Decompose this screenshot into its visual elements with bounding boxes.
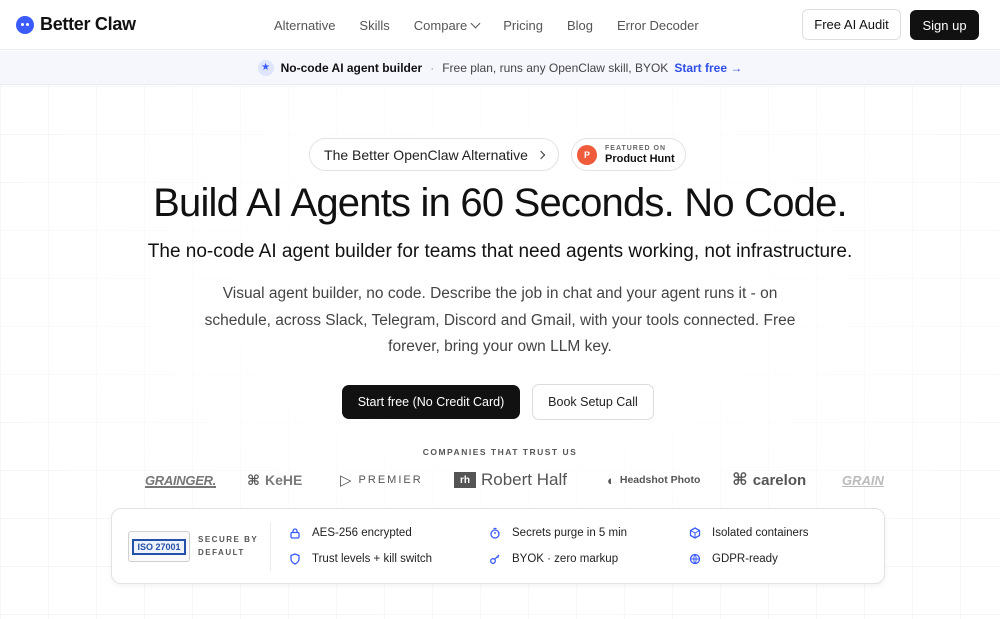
- feature-label: Isolated containers: [712, 527, 809, 539]
- feature-gdpr: GDPR-ready: [688, 552, 778, 566]
- shield-icon: [288, 552, 302, 566]
- site-header: Better Claw Alternative Skills Compare P…: [0, 0, 1000, 50]
- pill-label: The Better OpenClaw Alternative: [324, 146, 528, 163]
- banner-headline: No-code AI agent builder: [280, 60, 423, 75]
- carelon-text: carelon: [752, 471, 807, 489]
- nav-error-decoder[interactable]: Error Decoder: [617, 18, 699, 33]
- better-openclaw-alternative-pill[interactable]: The Better OpenClaw Alternative: [309, 138, 559, 171]
- free-ai-audit-button[interactable]: Free AI Audit: [802, 9, 901, 40]
- chevron-down-icon: [470, 18, 481, 28]
- nav-blog[interactable]: Blog: [567, 18, 593, 33]
- chevron-right-icon: [536, 150, 546, 159]
- banner-separator: ·: [430, 60, 435, 75]
- key-icon: [488, 552, 502, 566]
- star-icon: ★: [257, 59, 274, 76]
- globe-icon: [688, 552, 702, 566]
- claw-logo-icon: [16, 15, 34, 34]
- nav-compare[interactable]: Compare: [413, 17, 481, 33]
- feature-byok: BYOK · zero markup: [488, 552, 618, 566]
- lock-icon: [288, 526, 302, 540]
- hero-subtitle: The no-code AI agent builder for teams t…: [147, 241, 853, 262]
- companies-trust-label: COMPANIES THAT TRUST US: [422, 447, 578, 457]
- timer-icon: [488, 526, 502, 540]
- kehe-logo: ⌘ KeHE: [247, 466, 302, 494]
- robert-half-text: Robert Half: [481, 470, 567, 489]
- premier-logo: ▷ PREMIER: [340, 466, 423, 494]
- product-hunt-icon: P: [577, 144, 597, 165]
- kehe-text: KeHE: [265, 472, 303, 488]
- premier-icon: ▷: [340, 472, 354, 489]
- kehe-icon: ⌘: [247, 471, 260, 488]
- security-divider: [270, 523, 271, 571]
- nav-skills[interactable]: Skills: [359, 18, 389, 33]
- brand-name: Better Claw: [40, 14, 136, 34]
- nav-pricing[interactable]: Pricing: [503, 18, 543, 33]
- feature-aes-256: AES-256 encrypted: [288, 526, 412, 540]
- feature-secrets-purge: Secrets purge in 5 min: [488, 526, 627, 540]
- headshot-photo-icon: ◐: [607, 472, 615, 488]
- default-line: DEFAULT: [198, 548, 245, 557]
- feature-trust-levels: Trust levels + kill switch: [288, 552, 432, 566]
- product-hunt-featured-label: FEATURED ON: [605, 144, 667, 152]
- brand-logo[interactable]: Better Claw: [16, 14, 136, 35]
- feature-isolated-containers: Isolated containers: [688, 526, 809, 540]
- feature-label: GDPR-ready: [712, 553, 778, 565]
- robert-half-logo: rh Robert Half: [454, 466, 567, 494]
- secure-by-default-label: SECURE BY DEFAULT: [198, 533, 258, 559]
- banner-start-free-link[interactable]: Start free →: [674, 61, 742, 75]
- robert-half-icon: rh: [454, 472, 476, 488]
- headshot-photo-text: Headshot Photo: [619, 474, 701, 486]
- hero-description: Visual agent builder, no code. Describe …: [204, 285, 796, 355]
- feature-label: Secrets purge in 5 min: [512, 527, 628, 539]
- nav-compare-label: Compare: [413, 17, 468, 33]
- iso-27001-badge: ISO 27001: [128, 531, 190, 562]
- sign-up-button[interactable]: Sign up: [910, 10, 979, 40]
- product-hunt-name: Product Hunt: [605, 152, 675, 165]
- feature-label: Trust levels + kill switch: [312, 553, 433, 565]
- main-nav: Alternative Skills Compare Pricing Blog …: [274, 0, 723, 50]
- carelon-icon: ⌘: [732, 470, 748, 489]
- grainger-logo: GRAINGER.: [145, 472, 216, 488]
- product-hunt-badge[interactable]: P FEATURED ON Product Hunt: [571, 138, 686, 171]
- hero-title: Build AI Agents in 60 Seconds. No Code.: [153, 181, 848, 225]
- iso-27001-label: ISO 27001: [132, 538, 186, 555]
- banner-text: Free plan, runs any OpenClaw skill, BYOK: [442, 60, 669, 75]
- company-logos: GRAINGER. ⌘ KeHE ▷ PREMIER rh Robert Hal…: [140, 466, 890, 494]
- product-hunt-text: FEATURED ON Product Hunt: [605, 144, 675, 166]
- nav-alternative[interactable]: Alternative: [274, 18, 335, 33]
- announcement-banner: ★ No-code AI agent builder · Free plan, …: [0, 51, 1000, 85]
- premier-text: PREMIER: [358, 474, 423, 486]
- security-card: ISO 27001 SECURE BY DEFAULT AES-256 encr…: [111, 508, 885, 584]
- feature-label: BYOK · zero markup: [512, 553, 619, 565]
- secure-by-line: SECURE BY: [198, 535, 259, 544]
- carelon-logo: ⌘ carelon: [732, 466, 806, 494]
- container-icon: [688, 526, 702, 540]
- book-setup-call-button[interactable]: Book Setup Call: [532, 384, 654, 420]
- grainger-logo-faded: GRAIN: [842, 472, 884, 488]
- start-free-button[interactable]: Start free (No Credit Card): [342, 385, 520, 419]
- headshot-photo-logo: ◐ Headshot Photo: [607, 466, 700, 494]
- feature-label: AES-256 encrypted: [312, 527, 412, 539]
